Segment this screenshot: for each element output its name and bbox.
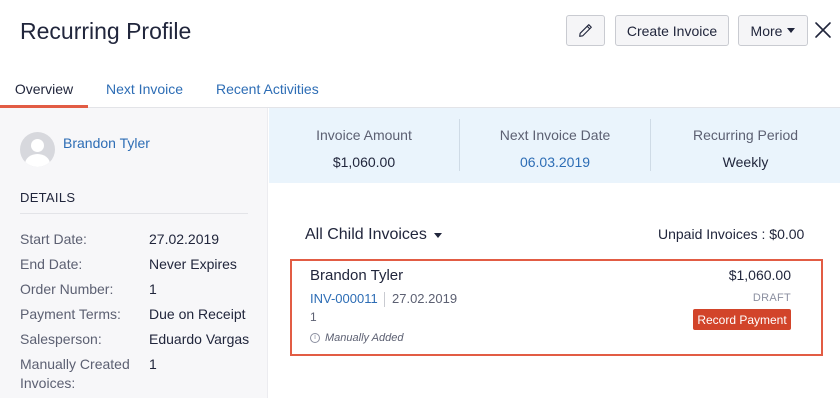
details-divider	[20, 213, 248, 214]
next-invoice-date-link[interactable]: 06.03.2019	[460, 154, 650, 170]
detail-label: Payment Terms:	[20, 306, 121, 322]
unpaid-value: $0.00	[769, 226, 805, 242]
page-header: Recurring Profile Create Invoice More	[0, 0, 840, 64]
next-invoice-date-summary: Next Invoice Date 06.03.2019	[460, 108, 650, 183]
summary-label: Recurring Period	[692, 127, 799, 143]
invoice-origin-note: i Manually Added	[310, 332, 403, 344]
invoice-number-link[interactable]: INV-000011	[310, 291, 378, 306]
details-heading: DETAILS	[20, 190, 76, 205]
more-button[interactable]: More	[738, 15, 808, 46]
invoice-amount-summary: Invoice Amount $1,060.00	[269, 108, 459, 183]
unpaid-label: Unpaid Invoices :	[658, 226, 766, 242]
tab-recent-activities[interactable]: Recent Activities	[216, 81, 319, 97]
avatar	[20, 132, 55, 167]
detail-value: 27.02.2019	[149, 231, 220, 247]
summary-value: $1,060.00	[332, 154, 396, 170]
detail-value: Due on Receipt	[149, 306, 246, 322]
summary-strip: Invoice Amount $1,060.00 Next Invoice Da…	[269, 108, 840, 183]
detail-value: Never Expires	[149, 256, 237, 272]
edit-button[interactable]	[566, 15, 605, 46]
invoice-quantity: 1	[310, 310, 317, 324]
detail-label: Order Number:	[20, 281, 114, 297]
tab-next-invoice[interactable]: Next Invoice	[106, 81, 183, 97]
info-icon: i	[310, 333, 320, 343]
chevron-down-icon	[787, 28, 796, 33]
child-invoices-filter-dropdown[interactable]: All Child Invoices	[305, 226, 442, 244]
record-payment-button[interactable]: Record Payment	[693, 309, 791, 330]
child-invoice-card[interactable]: Brandon Tyler $1,060.00 INV-000011 27.02…	[290, 259, 823, 356]
customer-name-link[interactable]: Brandon Tyler	[63, 135, 150, 151]
detail-label: Manually Created Invoices:	[20, 356, 130, 391]
filter-label: All Child Invoices	[305, 226, 427, 243]
invoice-date: 27.02.2019	[392, 291, 458, 306]
invoice-origin-label: Manually Added	[325, 332, 404, 344]
invoice-customer-name: Brandon Tyler	[310, 267, 404, 284]
pencil-icon	[579, 24, 592, 37]
summary-value: Weekly	[722, 154, 769, 170]
summary-label: Next Invoice Date	[499, 127, 611, 143]
summary-label: Invoice Amount	[316, 127, 412, 143]
chevron-down-icon	[433, 233, 442, 238]
details-sidebar: Brandon Tyler DETAILS Start Date: 27.02.…	[0, 108, 268, 398]
page-title: Recurring Profile	[20, 18, 192, 44]
tab-bar: Overview Next Invoice Recent Activities	[0, 64, 840, 108]
tab-overview[interactable]: Overview	[0, 81, 88, 108]
detail-value: Eduardo Vargas	[149, 331, 250, 347]
detail-label: Start Date:	[20, 231, 87, 247]
recurring-period-summary: Recurring Period Weekly	[651, 108, 840, 183]
detail-label: End Date:	[20, 256, 83, 272]
close-icon[interactable]	[814, 21, 832, 39]
create-invoice-button[interactable]: Create Invoice	[615, 15, 729, 46]
more-button-label: More	[750, 22, 783, 39]
detail-value: 1	[149, 281, 157, 297]
detail-label: Salesperson:	[20, 331, 102, 347]
unpaid-invoices-total: Unpaid Invoices : $0.00	[658, 226, 804, 242]
invoice-meta-divider	[384, 292, 385, 307]
invoice-status-badge: DRAFT	[752, 292, 791, 304]
detail-value: 1	[149, 356, 157, 372]
invoice-amount: $1,060.00	[728, 267, 791, 283]
